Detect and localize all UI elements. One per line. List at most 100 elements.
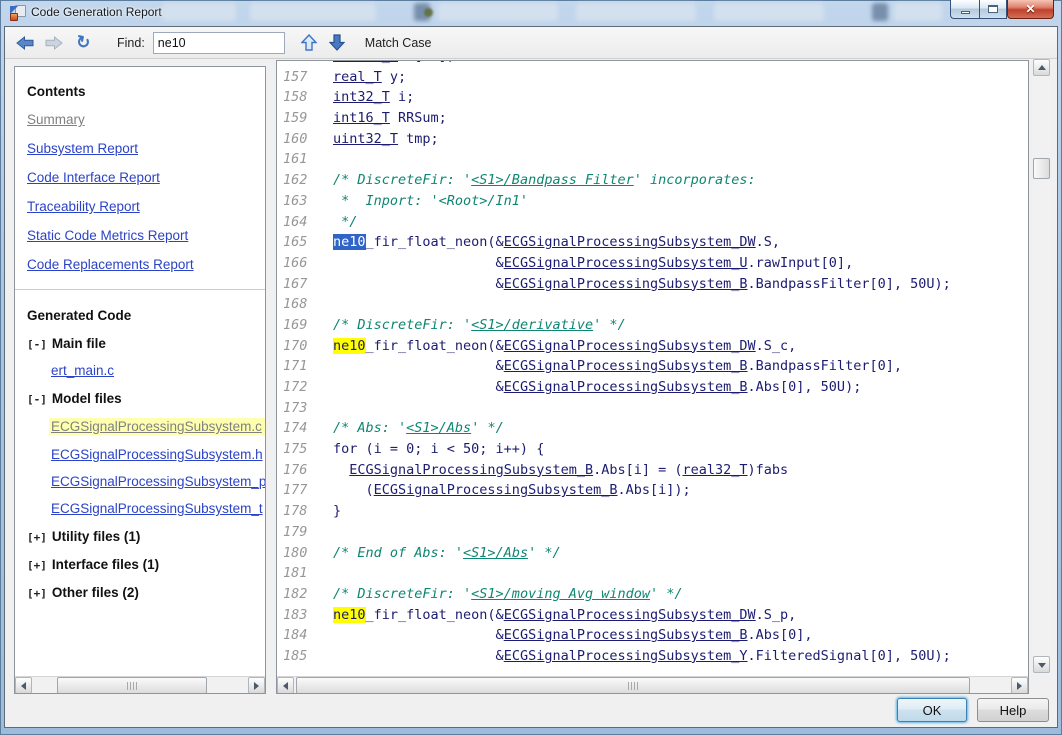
- sidebar-horizontal-scrollbar[interactable]: [15, 676, 265, 693]
- code-link[interactable]: ECGSignalProcessingSubsystem_U: [504, 255, 748, 271]
- code-line-174: 174/* Abs: '<S1>/Abs' */: [283, 418, 1028, 439]
- code-link[interactable]: ECGSignalProcessingSubsystem_DW: [504, 234, 756, 250]
- contents-link-summary[interactable]: Summary: [27, 112, 265, 128]
- comment-link[interactable]: <S1>/Abs: [406, 420, 471, 436]
- contents-link-static-code-metrics-report[interactable]: Static Code Metrics Report: [27, 228, 265, 244]
- code-text: _fir_float_neon(&: [366, 338, 504, 354]
- code-link[interactable]: ECGSignalProcessingSubsystem_B: [504, 358, 748, 374]
- comment-link[interactable]: <S1>/Abs: [463, 545, 528, 561]
- expand-icon[interactable]: [+]: [27, 587, 47, 600]
- comment-text: /* DiscreteFir: ': [333, 586, 471, 602]
- scroll-left-button[interactable]: [15, 677, 32, 694]
- tree-file-link-ecgsignalprocessingsubsystem-c[interactable]: ECGSignalProcessingSubsystem.c: [49, 418, 265, 435]
- line-number: 159: [283, 108, 310, 129]
- scroll-right-button[interactable]: [1011, 677, 1028, 694]
- client-area: ↻ Find: Match Case Contents SummarySubsy…: [4, 26, 1058, 728]
- code-link[interactable]: ECGSignalProcessingSubsystem_B: [349, 462, 593, 478]
- scroll-right-button[interactable]: [248, 677, 265, 694]
- line-number: 162: [283, 170, 310, 191]
- code-link[interactable]: ECGSignalProcessingSubsystem_B: [504, 276, 748, 292]
- thumb-grip: [628, 682, 638, 690]
- code-text: (: [333, 482, 374, 498]
- scrollbar-thumb[interactable]: [1033, 158, 1050, 179]
- find-label: Find:: [117, 36, 145, 50]
- scroll-left-button[interactable]: [277, 677, 294, 694]
- find-input[interactable]: [153, 32, 285, 54]
- app-icon: [9, 5, 26, 21]
- code-text: &: [333, 648, 504, 664]
- close-button[interactable]: ✕: [1007, 0, 1054, 19]
- tree-file-link-ecgsignalprocessingsubsystem-h[interactable]: ECGSignalProcessingSubsystem.h: [51, 447, 265, 462]
- minimize-button[interactable]: [950, 0, 979, 19]
- code-link[interactable]: int32_T: [333, 89, 390, 105]
- find-match: ne10: [333, 607, 366, 623]
- forward-arrow-icon: [44, 35, 63, 51]
- line-number: 181: [283, 563, 310, 584]
- scrollbar-thumb[interactable]: [57, 677, 207, 694]
- up-arrow-icon: [301, 34, 317, 51]
- expand-icon[interactable]: [+]: [27, 531, 47, 544]
- code-line-180: 180/* End of Abs: '<S1>/Abs' */: [283, 543, 1028, 564]
- comment-text: ' */: [528, 545, 561, 561]
- help-button[interactable]: Help: [977, 698, 1049, 722]
- scrollbar-thumb[interactable]: [296, 677, 970, 694]
- comment-link[interactable]: <S1>/Bandpass Filter: [471, 172, 634, 188]
- collapse-icon[interactable]: [-]: [27, 393, 47, 406]
- tree-group-other-files-2-: [+]Other files (2): [27, 585, 265, 600]
- generated-code-heading: Generated Code: [27, 308, 265, 323]
- code-link[interactable]: ECGSignalProcessingSubsystem_DW: [504, 338, 756, 354]
- ok-button[interactable]: OK: [897, 698, 967, 722]
- scroll-up-button[interactable]: [1033, 59, 1050, 76]
- code-link[interactable]: real32_T: [333, 61, 398, 64]
- expand-icon[interactable]: [+]: [27, 559, 47, 572]
- code-generation-report-window: Code Generation Report ✕: [0, 0, 1062, 735]
- code-link[interactable]: int16_T: [333, 110, 390, 126]
- titlebar[interactable]: Code Generation Report ✕: [0, 0, 1062, 26]
- code-vertical-scrollbar[interactable]: [1033, 59, 1050, 673]
- code-link[interactable]: ECGSignalProcessingSubsystem_B: [504, 627, 748, 643]
- find-next-button[interactable]: [325, 31, 349, 55]
- comment-text: /* DiscreteFir: ': [333, 172, 471, 188]
- line-number: 183: [283, 605, 310, 626]
- comment-text: /* DiscreteFir: ': [333, 317, 471, 333]
- refresh-button[interactable]: ↻: [69, 28, 97, 56]
- window-title: Code Generation Report: [31, 5, 162, 19]
- contents-link-code-replacements-report[interactable]: Code Replacements Report: [27, 257, 265, 273]
- comment-link[interactable]: <S1>/derivative: [471, 317, 593, 333]
- scroll-down-button[interactable]: [1033, 656, 1050, 673]
- background-window-ghost: [250, 3, 376, 21]
- code-link[interactable]: ECGSignalProcessingSubsystem_B: [504, 379, 748, 395]
- tree-file-link-ecgsignalprocessingsubsystem-t[interactable]: ECGSignalProcessingSubsystem_t: [51, 501, 265, 516]
- maximize-button[interactable]: [979, 0, 1007, 19]
- background-window-ghost: [872, 3, 888, 21]
- back-button[interactable]: [13, 31, 37, 55]
- line-number: 173: [283, 398, 310, 419]
- code-line-178: 178}: [283, 501, 1028, 522]
- find-previous-button[interactable]: [297, 31, 321, 55]
- match-case-toggle[interactable]: Match Case: [365, 36, 432, 50]
- code-link[interactable]: ECGSignalProcessingSubsystem_Y: [504, 648, 748, 664]
- tree-file-link-ert-main-c[interactable]: ert_main.c: [51, 363, 265, 378]
- contents-link-traceability-report[interactable]: Traceability Report: [27, 199, 265, 215]
- code-link[interactable]: real32_T: [683, 462, 748, 478]
- tree-group-label: Model files: [52, 391, 122, 406]
- code-link[interactable]: uint32_T: [333, 131, 398, 147]
- right-arrow-icon: [1017, 682, 1022, 690]
- code-line-164: 164 */: [283, 212, 1028, 233]
- code-line-165: 165ne10_fir_float_neon(&ECGSignalProcess…: [283, 232, 1028, 253]
- contents-link-code-interface-report[interactable]: Code Interface Report: [27, 170, 265, 186]
- tree-group-label: Interface files (1): [52, 557, 159, 572]
- code-view-panel[interactable]: 156real32_T X[50];157real_T y;158int32_T…: [276, 60, 1029, 694]
- right-arrow-icon: [254, 682, 259, 690]
- collapse-icon[interactable]: [-]: [27, 338, 47, 351]
- find-match: ne10: [333, 338, 366, 354]
- code-link[interactable]: ECGSignalProcessingSubsystem_B: [374, 482, 618, 498]
- comment-link[interactable]: <S1>/moving Avg window: [471, 586, 650, 602]
- tree-file-link-ecgsignalprocessingsubsystem-p[interactable]: ECGSignalProcessingSubsystem_p: [51, 474, 265, 489]
- down-arrow-icon: [1038, 663, 1046, 668]
- code-link[interactable]: real_T: [333, 69, 382, 85]
- forward-button[interactable]: [41, 31, 65, 55]
- code-horizontal-scrollbar[interactable]: [277, 676, 1028, 693]
- contents-link-subsystem-report[interactable]: Subsystem Report: [27, 141, 265, 157]
- code-link[interactable]: ECGSignalProcessingSubsystem_DW: [504, 607, 756, 623]
